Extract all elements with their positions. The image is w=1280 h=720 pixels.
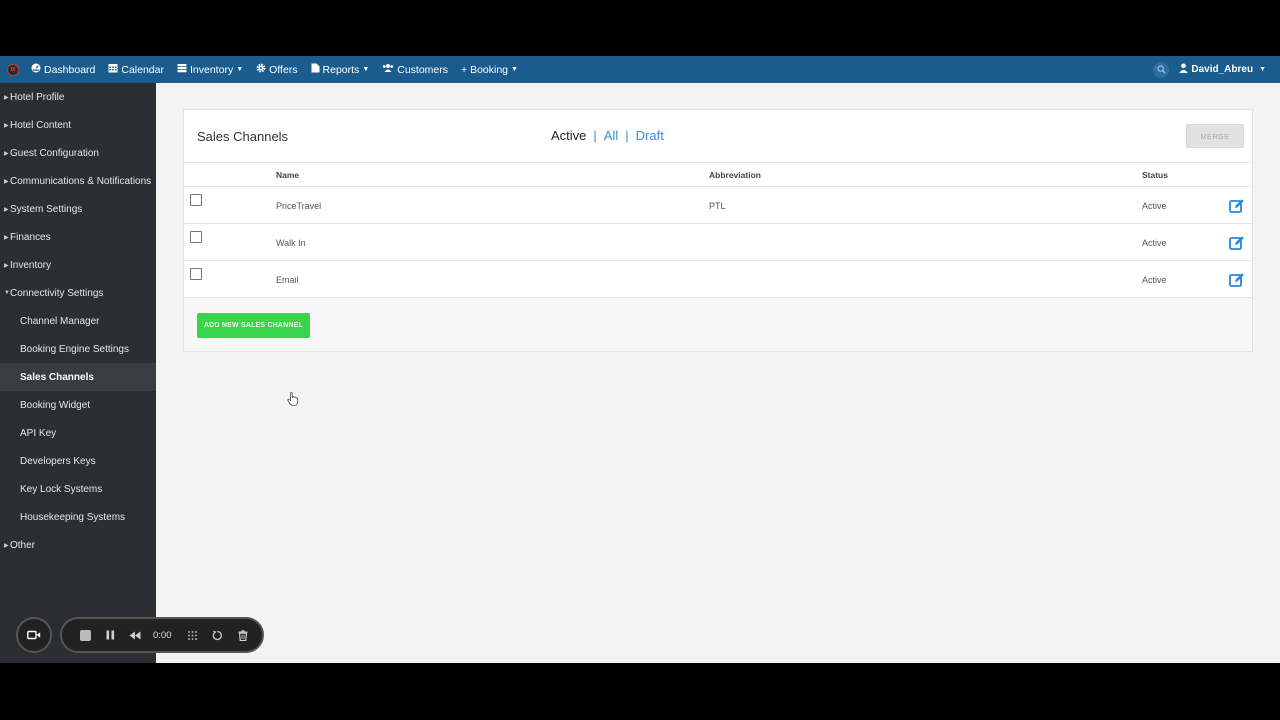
page-title: Sales Channels bbox=[197, 129, 289, 144]
sidebar-item-other[interactable]: ▶ Other bbox=[0, 531, 156, 559]
cell-name: PriceTravel bbox=[276, 201, 322, 211]
restart-icon bbox=[212, 630, 222, 640]
sidebar-subitem-channel-manager[interactable]: Channel Manager bbox=[0, 307, 156, 335]
camera-toggle-button[interactable] bbox=[16, 617, 52, 653]
nav-calendar[interactable]: Calendar bbox=[108, 63, 164, 76]
sidebar-subitem-sales-channels[interactable]: Sales Channels bbox=[0, 363, 156, 391]
sidebar-item-hotel-content[interactable]: ▶ Hotel Content bbox=[0, 111, 156, 139]
stop-icon bbox=[79, 629, 91, 641]
table-row: Email Active bbox=[184, 261, 1252, 298]
file-icon bbox=[311, 63, 320, 76]
cell-status: Active bbox=[1142, 238, 1167, 248]
nav-dashboard[interactable]: Dashboard bbox=[31, 63, 95, 76]
filter-all[interactable]: All bbox=[604, 128, 618, 143]
sidebar-item-finances[interactable]: ▶ Finances bbox=[0, 223, 156, 251]
edit-icon[interactable] bbox=[1229, 198, 1245, 214]
sidebar-subitem-housekeeping-systems[interactable]: Housekeeping Systems bbox=[0, 503, 156, 531]
chevron-down-icon: ▼ bbox=[236, 66, 244, 73]
cell-name: Email bbox=[276, 275, 299, 285]
user-name: David_Abreu bbox=[1191, 64, 1254, 75]
row-checkbox[interactable] bbox=[190, 231, 202, 243]
delete-button[interactable] bbox=[232, 624, 254, 646]
grid-icon bbox=[188, 630, 197, 640]
stop-button[interactable] bbox=[74, 624, 96, 646]
panel-header: Sales Channels Active | All | Draft MERG… bbox=[184, 110, 1252, 163]
sidebar-item-guest-configuration[interactable]: ▶ Guest Configuration bbox=[0, 139, 156, 167]
sidebar-subitem-key-lock-systems[interactable]: Key Lock Systems bbox=[0, 475, 156, 503]
row-checkbox[interactable] bbox=[190, 194, 202, 206]
sidebar-item-communications[interactable]: ▶ Communications & Notifications bbox=[0, 167, 156, 195]
cell-abbreviation: PTL bbox=[709, 201, 726, 211]
sales-channels-panel: Sales Channels Active | All | Draft MERG… bbox=[183, 109, 1253, 352]
sidebar-item-inventory[interactable]: ▶ Inventory bbox=[0, 251, 156, 279]
chevron-down-icon: ▼ bbox=[511, 66, 518, 73]
nav-offers[interactable]: Offers bbox=[256, 63, 298, 76]
user-menu[interactable]: David_Abreu ▼ bbox=[1179, 63, 1266, 76]
rewind-icon bbox=[129, 631, 141, 639]
app-logo[interactable]: IX bbox=[7, 63, 19, 76]
table-header: Name Abbreviation Status bbox=[184, 163, 1252, 187]
sidebar-subitem-api-key[interactable]: API Key bbox=[0, 419, 156, 447]
sidebar-subitem-booking-widget[interactable]: Booking Widget bbox=[0, 391, 156, 419]
grid-button[interactable] bbox=[182, 624, 204, 646]
nav-reports[interactable]: Reports ▼ bbox=[311, 63, 370, 76]
row-checkbox[interactable] bbox=[190, 268, 202, 280]
status-filter: Active | All | Draft bbox=[551, 128, 664, 143]
app-window: IX Dashboard Calendar Inventory ▼ Offers bbox=[0, 56, 1280, 663]
edit-icon[interactable] bbox=[1229, 235, 1245, 251]
table-row: PriceTravel PTL Active bbox=[184, 187, 1252, 224]
sidebar: ▶ Hotel Profile ▶ Hotel Content ▶ Guest Con… bbox=[0, 83, 156, 663]
filter-active[interactable]: Active bbox=[551, 128, 586, 143]
chevron-down-icon: ▼ bbox=[362, 66, 370, 73]
cell-status: Active bbox=[1142, 275, 1167, 285]
search-icon bbox=[1157, 65, 1166, 74]
nav-booking[interactable]: + Booking ▼ bbox=[461, 64, 518, 76]
search-button[interactable] bbox=[1153, 61, 1170, 78]
dashboard-icon bbox=[31, 63, 41, 76]
sidebar-item-connectivity-settings[interactable]: ▼ Connectivity Settings bbox=[0, 279, 156, 307]
recorder-controls: 0:00 bbox=[60, 617, 264, 653]
filter-draft[interactable]: Draft bbox=[636, 128, 664, 143]
top-navbar: IX Dashboard Calendar Inventory ▼ Offers bbox=[0, 56, 1280, 83]
column-header-abbreviation[interactable]: Abbreviation bbox=[709, 170, 761, 180]
pause-icon bbox=[106, 630, 114, 640]
edit-icon[interactable] bbox=[1229, 272, 1245, 288]
nav-inventory[interactable]: Inventory ▼ bbox=[177, 63, 243, 76]
recording-timer: 0:00 bbox=[153, 629, 172, 641]
cell-status: Active bbox=[1142, 201, 1167, 211]
nav-customers[interactable]: Customers bbox=[382, 63, 448, 76]
filter-separator: | bbox=[625, 128, 629, 143]
calendar-icon bbox=[108, 63, 118, 76]
hand-cursor-icon bbox=[287, 392, 299, 406]
nav-right: David_Abreu ▼ bbox=[1153, 61, 1266, 78]
cell-name: Walk In bbox=[276, 238, 306, 248]
gear-icon bbox=[256, 63, 266, 76]
users-icon bbox=[382, 63, 394, 76]
video-camera-icon bbox=[27, 630, 41, 640]
filter-separator: | bbox=[593, 128, 597, 143]
trash-icon bbox=[238, 629, 247, 641]
screen-recorder: 0:00 bbox=[16, 617, 264, 653]
pause-button[interactable] bbox=[99, 624, 121, 646]
table-row: Walk In Active bbox=[184, 224, 1252, 261]
rewind-button[interactable] bbox=[124, 624, 146, 646]
merge-button[interactable]: MERGE bbox=[1186, 124, 1244, 148]
sidebar-subitem-booking-engine-settings[interactable]: Booking Engine Settings bbox=[0, 335, 156, 363]
inventory-icon bbox=[177, 63, 187, 76]
restart-button[interactable] bbox=[207, 624, 229, 646]
sidebar-item-system-settings[interactable]: ▶ System Settings bbox=[0, 195, 156, 223]
sidebar-subitem-developers-keys[interactable]: Developers Keys bbox=[0, 447, 156, 475]
column-header-status[interactable]: Status bbox=[1142, 170, 1168, 180]
add-sales-channel-button[interactable]: ADD NEW SALES CHANNEL bbox=[197, 313, 310, 338]
column-header-name[interactable]: Name bbox=[276, 170, 299, 180]
user-icon bbox=[1179, 63, 1189, 76]
chevron-down-icon: ▼ bbox=[1259, 66, 1266, 73]
sidebar-item-hotel-profile[interactable]: ▶ Hotel Profile bbox=[0, 83, 156, 111]
